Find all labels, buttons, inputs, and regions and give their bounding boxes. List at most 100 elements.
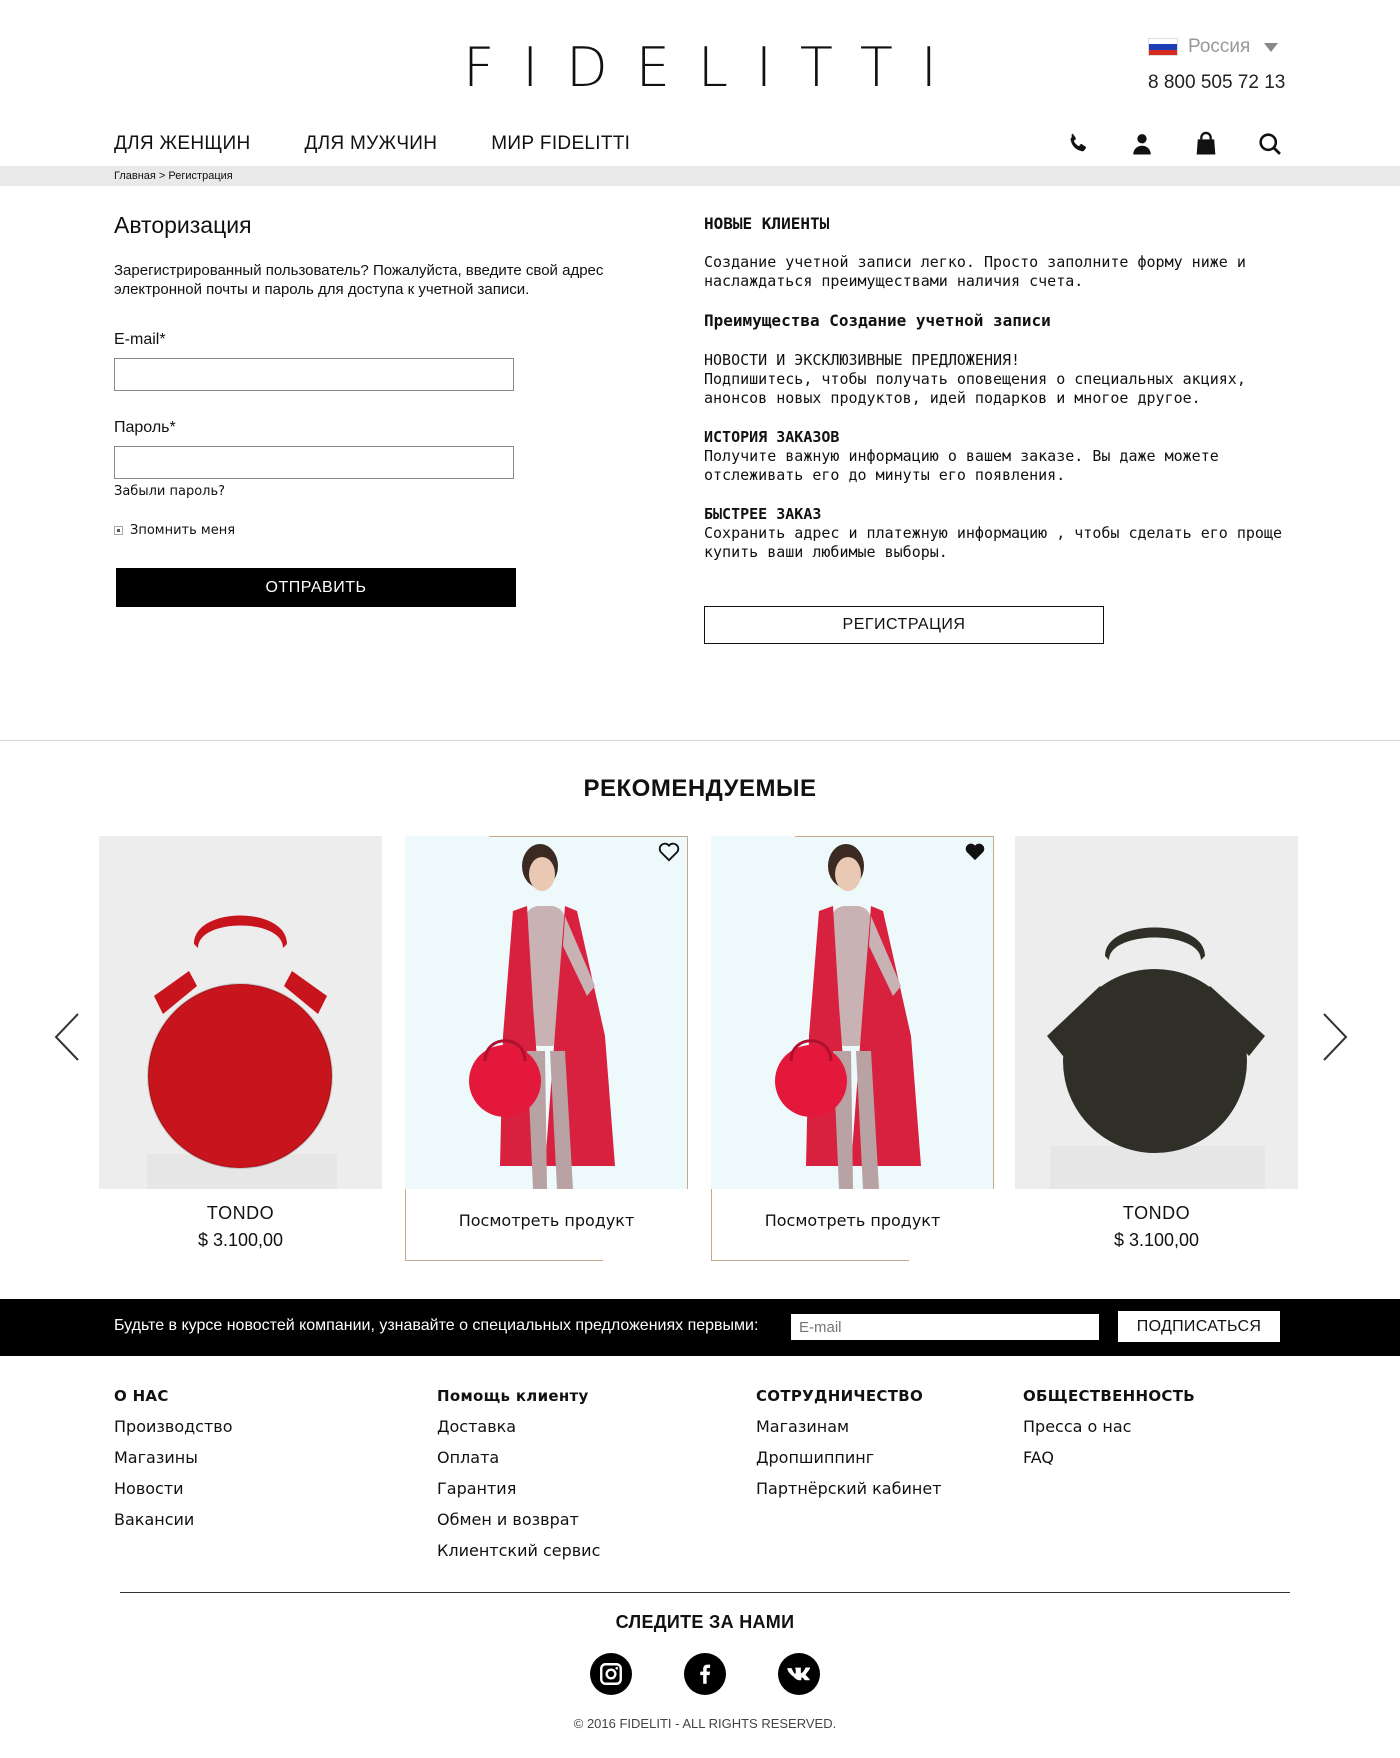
footer-link[interactable]: Пресса о нас [1023,1417,1195,1436]
facebook-icon[interactable] [684,1653,726,1695]
remember-label: Зпомнить меня [130,523,236,538]
footer-link[interactable]: Производство [114,1417,233,1436]
card-frame [993,836,994,1189]
footer-heading: О НАС [114,1387,169,1405]
phone-icon[interactable] [1064,130,1092,158]
country-label: Россия [1188,36,1251,57]
instagram-icon[interactable] [590,1653,632,1695]
footer-link[interactable]: Магазины [114,1448,233,1467]
card-frame [711,1260,909,1261]
card-frame [405,1189,406,1261]
view-product-link[interactable]: Посмотреть продукт [711,1211,994,1230]
password-label: Пароль* [114,419,176,436]
new-clients-intro: Создание учетной записи легко. Просто за… [704,253,1246,290]
chevron-down-icon [1264,42,1279,52]
footer-column-public: ОБЩЕСТВЕННОСТЬ Пресса о нас FAQ [1023,1387,1195,1479]
footer-link[interactable]: Доставка [437,1417,600,1436]
nav-item-world[interactable]: МИР FIDELITTI [491,133,630,155]
country-selector[interactable]: Россия [1148,36,1279,58]
footer-column-partners: СОТРУДНИЧЕСТВО Магазинам Дропшиппинг Пар… [756,1387,941,1510]
card-frame [405,1260,603,1261]
product-card[interactable]: TONDO $ 3.100,00 [99,836,382,1251]
footer-link[interactable]: Дропшиппинг [756,1448,941,1467]
product-card[interactable]: Посмотреть продукт [405,836,688,1261]
russia-flag-icon [1148,38,1178,56]
view-product-link[interactable]: Посмотреть продукт [405,1211,688,1230]
footer-link[interactable]: Гарантия [437,1479,600,1498]
breadcrumb: Главная > Регистрация [0,166,1400,186]
fast-order-title: БЫСТРЕЕ ЗАКАЗ [704,505,822,523]
footer-column-about: О НАС Производство Магазины Новости Вака… [114,1387,233,1541]
product-image[interactable] [711,836,994,1189]
product-card[interactable]: Посмотреть продукт [711,836,994,1261]
card-frame [687,836,688,1189]
product-image[interactable] [1015,836,1298,1189]
product-price: $ 3.100,00 [1113,1230,1200,1250]
bag-icon[interactable] [1192,130,1220,158]
nav-item-women[interactable]: ДЛЯ ЖЕНЩИН [114,133,250,155]
remember-me[interactable]: Зпомнить меня [114,523,235,538]
carousel-prev-arrow-icon[interactable] [52,1012,82,1062]
footer-link[interactable]: Обмен и возврат [437,1510,600,1529]
newsletter-bar: Будьте в курсе новостей компании, узнава… [0,1299,1400,1356]
footer-column-help: Помощь клиенту Доставка Оплата Гарантия … [437,1387,600,1572]
remember-checkbox[interactable] [114,526,123,535]
header-phone[interactable]: 8 800 505 72 13 [1148,72,1285,94]
auth-description: Зарегистрированный пользователь? Пожалуй… [114,262,604,298]
main-nav: ДЛЯ ЖЕНЩИН ДЛЯ МУЖЧИН МИР FIDELITTI [114,133,630,155]
auth-title: Авторизация [114,212,252,238]
submit-button[interactable]: ОТПРАВИТЬ [116,568,516,607]
product-image[interactable] [99,836,382,1189]
footer-heading: ОБЩЕСТВЕННОСТЬ [1023,1387,1195,1405]
forgot-password-link[interactable]: Забыли пароль? [114,484,225,499]
social-links [0,1653,1400,1695]
footer-link[interactable]: Магазинам [756,1417,941,1436]
vk-icon[interactable] [778,1653,820,1695]
header-icons [1064,130,1284,158]
footer-link[interactable]: Партнёрский кабинет [756,1479,941,1498]
footer-link[interactable]: Вакансии [114,1510,233,1529]
nav-item-men[interactable]: ДЛЯ МУЖЧИН [304,133,437,155]
footer-heading: СОТРУДНИЧЕСТВО [756,1387,924,1405]
footer-link[interactable]: FAQ [1023,1448,1195,1467]
favorite-heart-icon[interactable] [658,842,680,862]
card-frame [711,1189,712,1261]
card-frame [795,836,994,837]
product-name[interactable]: TONDO [99,1203,382,1224]
newsletter-email-input[interactable] [791,1314,1099,1340]
footer-link[interactable]: Оплата [437,1448,600,1467]
news-title: НОВОСТИ И ЭКСКЛЮЗИВНЫЕ ПРЕДЛОЖЕНИЯ! [704,351,1021,369]
user-icon[interactable] [1128,130,1156,158]
history-text: Получите важную информацию о вашем заказ… [704,447,1219,484]
subscribe-button[interactable]: ПОДПИСАТЬСЯ [1118,1311,1280,1342]
breadcrumb-current: Регистрация [168,170,233,182]
search-icon[interactable] [1256,130,1284,158]
copyright: © 2016 FIDELITI - ALL RIGHTS RESERVED. [573,1716,837,1731]
card-frame [489,836,688,837]
follow-us-title: СЛЕДИТЕ ЗА НАМИ [615,1612,795,1632]
newsletter-text: Будьте в курсе новостей компании, узнава… [114,1317,759,1334]
history-title: ИСТОРИЯ ЗАКАЗОВ [704,428,840,446]
footer-link[interactable]: Новости [114,1479,233,1498]
breadcrumb-home[interactable]: Главная [114,170,156,182]
product-price: $ 3.100,00 [197,1230,284,1250]
footer-heading: Помощь клиенту [437,1387,589,1405]
new-clients-title: НОВЫЕ КЛИЕНТЫ [704,214,830,233]
bag-handle [1105,927,1205,960]
product-name[interactable]: TONDO [1015,1203,1298,1224]
section-divider [0,740,1400,741]
favorite-heart-filled-icon[interactable] [964,842,986,862]
email-label: E-mail* [114,331,166,348]
fast-order-text: Сохранить адрес и платежную информацию ,… [704,524,1282,561]
footer-link[interactable]: Клиентский сервис [437,1541,600,1560]
product-card[interactable]: TONDO $ 3.100,00 [1015,836,1298,1251]
recommended-title: РЕКОМЕНДУЕМЫЕ [583,775,817,802]
email-field[interactable] [114,358,514,391]
bag-handle [194,915,287,948]
password-field[interactable] [114,446,514,479]
product-image[interactable] [405,836,688,1189]
carousel-next-arrow-icon[interactable] [1320,1012,1350,1062]
footer-divider [120,1592,1290,1593]
register-button[interactable]: РЕГИСТРАЦИЯ [704,606,1104,644]
breadcrumb-separator: > [155,170,169,182]
